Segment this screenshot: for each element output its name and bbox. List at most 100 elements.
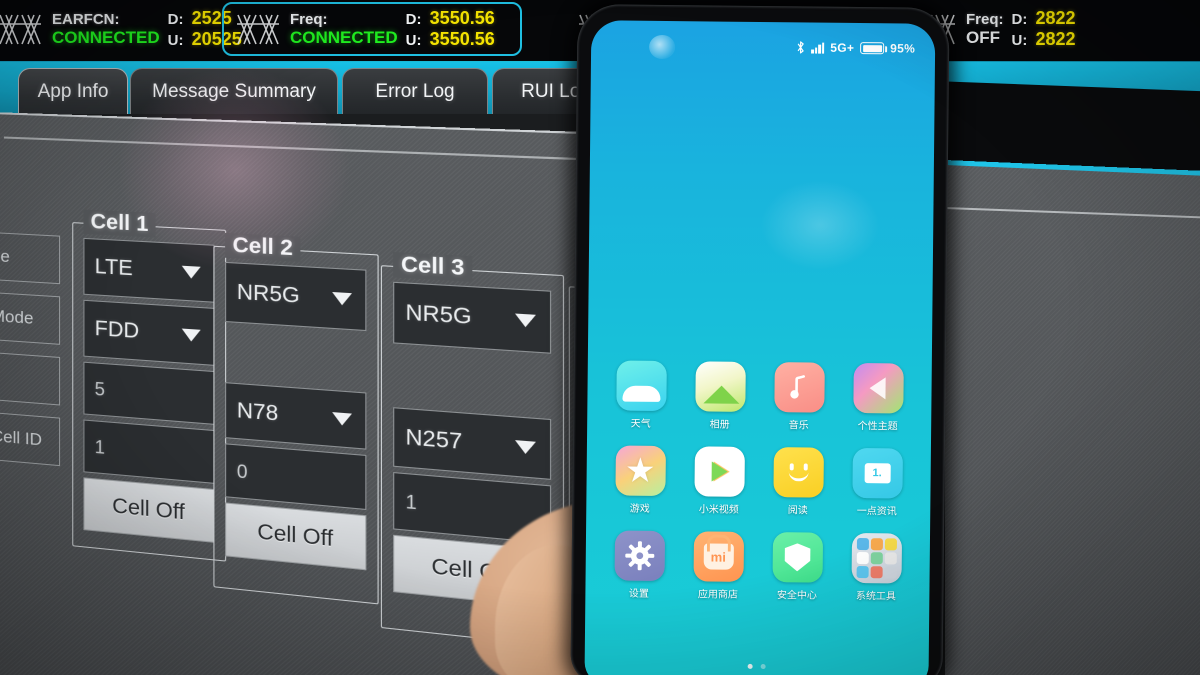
- instrument-4-u-value: 2822: [1035, 29, 1076, 49]
- cell-3-band-dropdown[interactable]: N257: [393, 407, 552, 480]
- cell-2-toggle-button[interactable]: Cell Off: [225, 502, 367, 571]
- app-settings[interactable]: 设置: [599, 530, 679, 600]
- cell-2-rat-dropdown[interactable]: NR5G: [225, 261, 367, 332]
- label-rat-type: pe: [0, 231, 61, 285]
- page-dot-inactive: [760, 664, 766, 670]
- yidian-news-icon[interactable]: 1.: [851, 447, 903, 499]
- tab-message-summary[interactable]: Message Summary: [130, 68, 338, 114]
- instrument-2-u-value: 3550.56: [429, 29, 495, 49]
- cell-1-toggle-button[interactable]: Cell Off: [83, 477, 215, 543]
- battery-percent-label: 95%: [890, 41, 916, 56]
- tab-error-log[interactable]: Error Log: [342, 68, 488, 114]
- cell-3-rat-dropdown[interactable]: NR5G: [393, 281, 552, 354]
- cell-3-rat-value: NR5G: [405, 300, 472, 330]
- app-reading[interactable]: 阅读: [758, 447, 838, 517]
- games-icon[interactable]: ★: [614, 445, 666, 497]
- tab-app-info[interactable]: App Info: [18, 68, 128, 114]
- cell-group-2-legend: Cell 2: [225, 232, 301, 262]
- gallery-icon[interactable]: [694, 361, 746, 412]
- instrument-4-label: Freq:: [966, 10, 1004, 28]
- cell-group-1: Cell 1 LTE FDD 5 1 Cell Off: [72, 209, 227, 562]
- app-weather[interactable]: 天气: [601, 360, 681, 430]
- cell-1-rat-dropdown[interactable]: LTE: [83, 237, 215, 303]
- system-tools-folder-icon[interactable]: [851, 532, 902, 584]
- bluetooth-icon: [796, 40, 805, 54]
- cell-1-band-input[interactable]: 5: [83, 361, 215, 425]
- cell-2-duplex-placeholder: [225, 327, 366, 387]
- app-gallery[interactable]: 相册: [680, 361, 760, 431]
- app-mi-video-label: 小米视频: [698, 504, 739, 516]
- cell-2-toggle-label: Cell Off: [257, 519, 334, 552]
- network-type-label: 5G+: [830, 40, 855, 55]
- secondary-panel: [945, 160, 1200, 675]
- instrument-panel-2[interactable]: Freq: CONNECTED D: 3550.56 U: 3550.56: [222, 2, 522, 56]
- app-security[interactable]: 安全中心: [757, 532, 837, 602]
- label-cell-id: Cell ID: [0, 411, 61, 467]
- cell-1-toggle-label: Cell Off: [112, 494, 185, 525]
- cell-3-band-value: N257: [405, 425, 463, 455]
- smartphone-device: 5G+ 95% 天气 相册 音乐 个性主题 ★ 游戏 小米视频 阅读 1. 一点…: [570, 4, 950, 675]
- label-duplex-mode: Mode: [0, 291, 61, 345]
- security-shield-icon[interactable]: [772, 532, 823, 583]
- app-settings-label: 设置: [628, 588, 649, 600]
- reading-icon[interactable]: [772, 447, 824, 498]
- app-themes-label: 个性主题: [857, 421, 898, 433]
- play-triangle-icon: [711, 461, 728, 482]
- music-icon[interactable]: [773, 362, 825, 413]
- app-system-tools[interactable]: 系统工具: [836, 532, 916, 603]
- shield-glyph: [784, 543, 810, 571]
- instrument-2-d-value: 3550.56: [429, 7, 495, 28]
- app-games[interactable]: ★ 游戏: [600, 445, 680, 515]
- instrument-1-d-key: D:: [167, 10, 184, 28]
- app-music[interactable]: 音乐: [759, 362, 839, 432]
- chevron-down-icon: [181, 328, 201, 343]
- instrument-panel-1[interactable]: EARFCN: CONNECTED D: 2525 U: 20525: [0, 0, 242, 58]
- smiley-face-icon: [782, 456, 814, 488]
- settings-gear-icon[interactable]: [614, 530, 665, 582]
- chevron-down-icon: [332, 412, 353, 427]
- chevron-down-icon: [515, 313, 536, 328]
- cell-2-rat-value: NR5G: [236, 280, 300, 308]
- cell-2-cellid-input[interactable]: 0: [225, 443, 367, 511]
- mi-video-icon[interactable]: [693, 446, 745, 497]
- cell-3-duplex-placeholder: [393, 349, 551, 414]
- app-games-label: 游戏: [629, 503, 650, 515]
- star-glyph: ★: [624, 451, 656, 490]
- page-dot-active: [747, 663, 753, 669]
- app-themes[interactable]: 个性主题: [838, 362, 918, 433]
- cell-tower-icon: [237, 14, 279, 45]
- instrument-1-u-key: U:: [167, 32, 184, 49]
- app-system-tools-label: 系统工具: [855, 591, 896, 603]
- cell-group-3-legend: Cell 3: [393, 251, 473, 282]
- instrument-4-d-key: D:: [1011, 10, 1028, 28]
- tab-message-summary-label: Message Summary: [152, 80, 316, 102]
- app-yidian-news[interactable]: 1. 一点资讯: [837, 447, 917, 518]
- cell-1-duplex-dropdown[interactable]: FDD: [83, 299, 215, 366]
- tab-error-log-label: Error Log: [375, 80, 455, 102]
- cell-3-cellid-value: 1: [405, 490, 417, 513]
- app-weather-label: 天气: [630, 418, 651, 430]
- phone-screen[interactable]: 5G+ 95% 天气 相册 音乐 个性主题 ★ 游戏 小米视频 阅读 1. 一点…: [584, 20, 936, 675]
- cell-2-band-dropdown[interactable]: N78: [225, 382, 367, 450]
- app-store-icon[interactable]: mi: [693, 531, 744, 582]
- battery-icon: [860, 42, 885, 55]
- weather-icon[interactable]: [615, 360, 667, 412]
- instrument-4-values: D: 2822 U: 2822: [1012, 8, 1076, 50]
- instrument-4-status: OFF: [966, 27, 1000, 47]
- app-gallery-label: 相册: [709, 419, 730, 431]
- field-label-column: pe Mode Cell ID: [0, 231, 61, 478]
- tab-app-info-label: App Info: [37, 80, 109, 102]
- cell-1-band-value: 5: [94, 378, 105, 400]
- app-store-label: 应用商店: [697, 589, 738, 601]
- cell-1-cellid-value: 1: [94, 436, 105, 458]
- chevron-down-icon: [515, 440, 536, 455]
- app-music-label: 音乐: [788, 420, 809, 432]
- themes-icon[interactable]: [852, 362, 904, 414]
- instrument-2-label: Freq:: [290, 10, 328, 28]
- cell-1-duplex-value: FDD: [94, 316, 140, 344]
- signal-bars-icon: [811, 42, 825, 54]
- app-store[interactable]: mi 应用商店: [678, 531, 758, 601]
- app-mi-video[interactable]: 小米视频: [679, 446, 759, 516]
- page-indicator-dots[interactable]: [585, 662, 929, 671]
- cell-1-cellid-input[interactable]: 1: [83, 419, 215, 484]
